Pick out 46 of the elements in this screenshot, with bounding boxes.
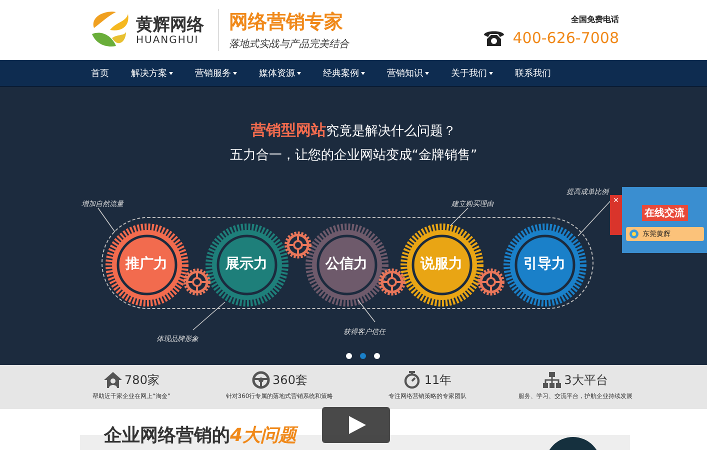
caret-icon [169, 72, 173, 74]
slide-dot[interactable] [346, 353, 352, 359]
leader-line [96, 207, 116, 233]
caret-icon [425, 72, 429, 74]
stat-value: 11年 [424, 372, 452, 388]
gear-label: 展示力 [224, 255, 268, 273]
caret-icon [489, 72, 493, 74]
tagline: 网络营销专家 [229, 10, 344, 35]
logo-latin: HUANGHUI [136, 34, 200, 46]
stat-value: 780家 [124, 372, 160, 388]
gear-label: 推广力 [124, 255, 168, 273]
banner-title: 营销型网站究竟是解决什么问题？ [251, 121, 456, 140]
caret-icon [361, 72, 365, 74]
stat-value: 3大平台 [564, 372, 608, 388]
nav-item[interactable]: 媒体资源 [248, 60, 312, 86]
gear-label: 引导力 [522, 255, 566, 273]
leader-line [356, 299, 376, 323]
stat-value: 360套 [272, 372, 308, 388]
hotline-label: 全国免费电话 [571, 14, 619, 24]
close-button[interactable]: × [610, 195, 622, 235]
banner-subtitle: 五力合一，让您的企业网站变成“金牌销售” [230, 147, 478, 164]
caret-icon [233, 72, 237, 74]
nav-item[interactable]: 联系我们 [504, 60, 562, 86]
nav-item[interactable]: 营销服务 [184, 60, 248, 86]
telephone-icon [482, 28, 505, 46]
chat-icon [628, 229, 638, 239]
nav-item[interactable]: 关于我们 [440, 60, 504, 86]
leader-line [448, 207, 468, 227]
nav-item[interactable]: 营销知识 [376, 60, 440, 86]
hierarchy-icon [543, 371, 562, 389]
nav-item[interactable]: 解决方案 [120, 60, 184, 86]
logo-name: 黄辉网络 [136, 14, 204, 34]
nav-item[interactable]: 首页 [80, 60, 120, 86]
leader-line [192, 301, 226, 331]
caret-icon [297, 72, 301, 74]
gear-label: 说服力 [419, 255, 464, 273]
stopwatch-icon [403, 371, 422, 389]
chat-title: 在线交流 [642, 205, 688, 221]
section-heading: 企业网络营销的4大问题 [104, 424, 297, 447]
nav-item[interactable]: 经典案例 [312, 60, 376, 86]
steering-wheel-icon [252, 371, 270, 389]
gear-label: 公信力 [324, 255, 368, 273]
slogan: 落地式实战与产品完美结合 [229, 38, 349, 51]
slide-dot[interactable] [374, 353, 380, 359]
house-icon [104, 371, 122, 389]
slide-dot[interactable] [360, 353, 366, 359]
